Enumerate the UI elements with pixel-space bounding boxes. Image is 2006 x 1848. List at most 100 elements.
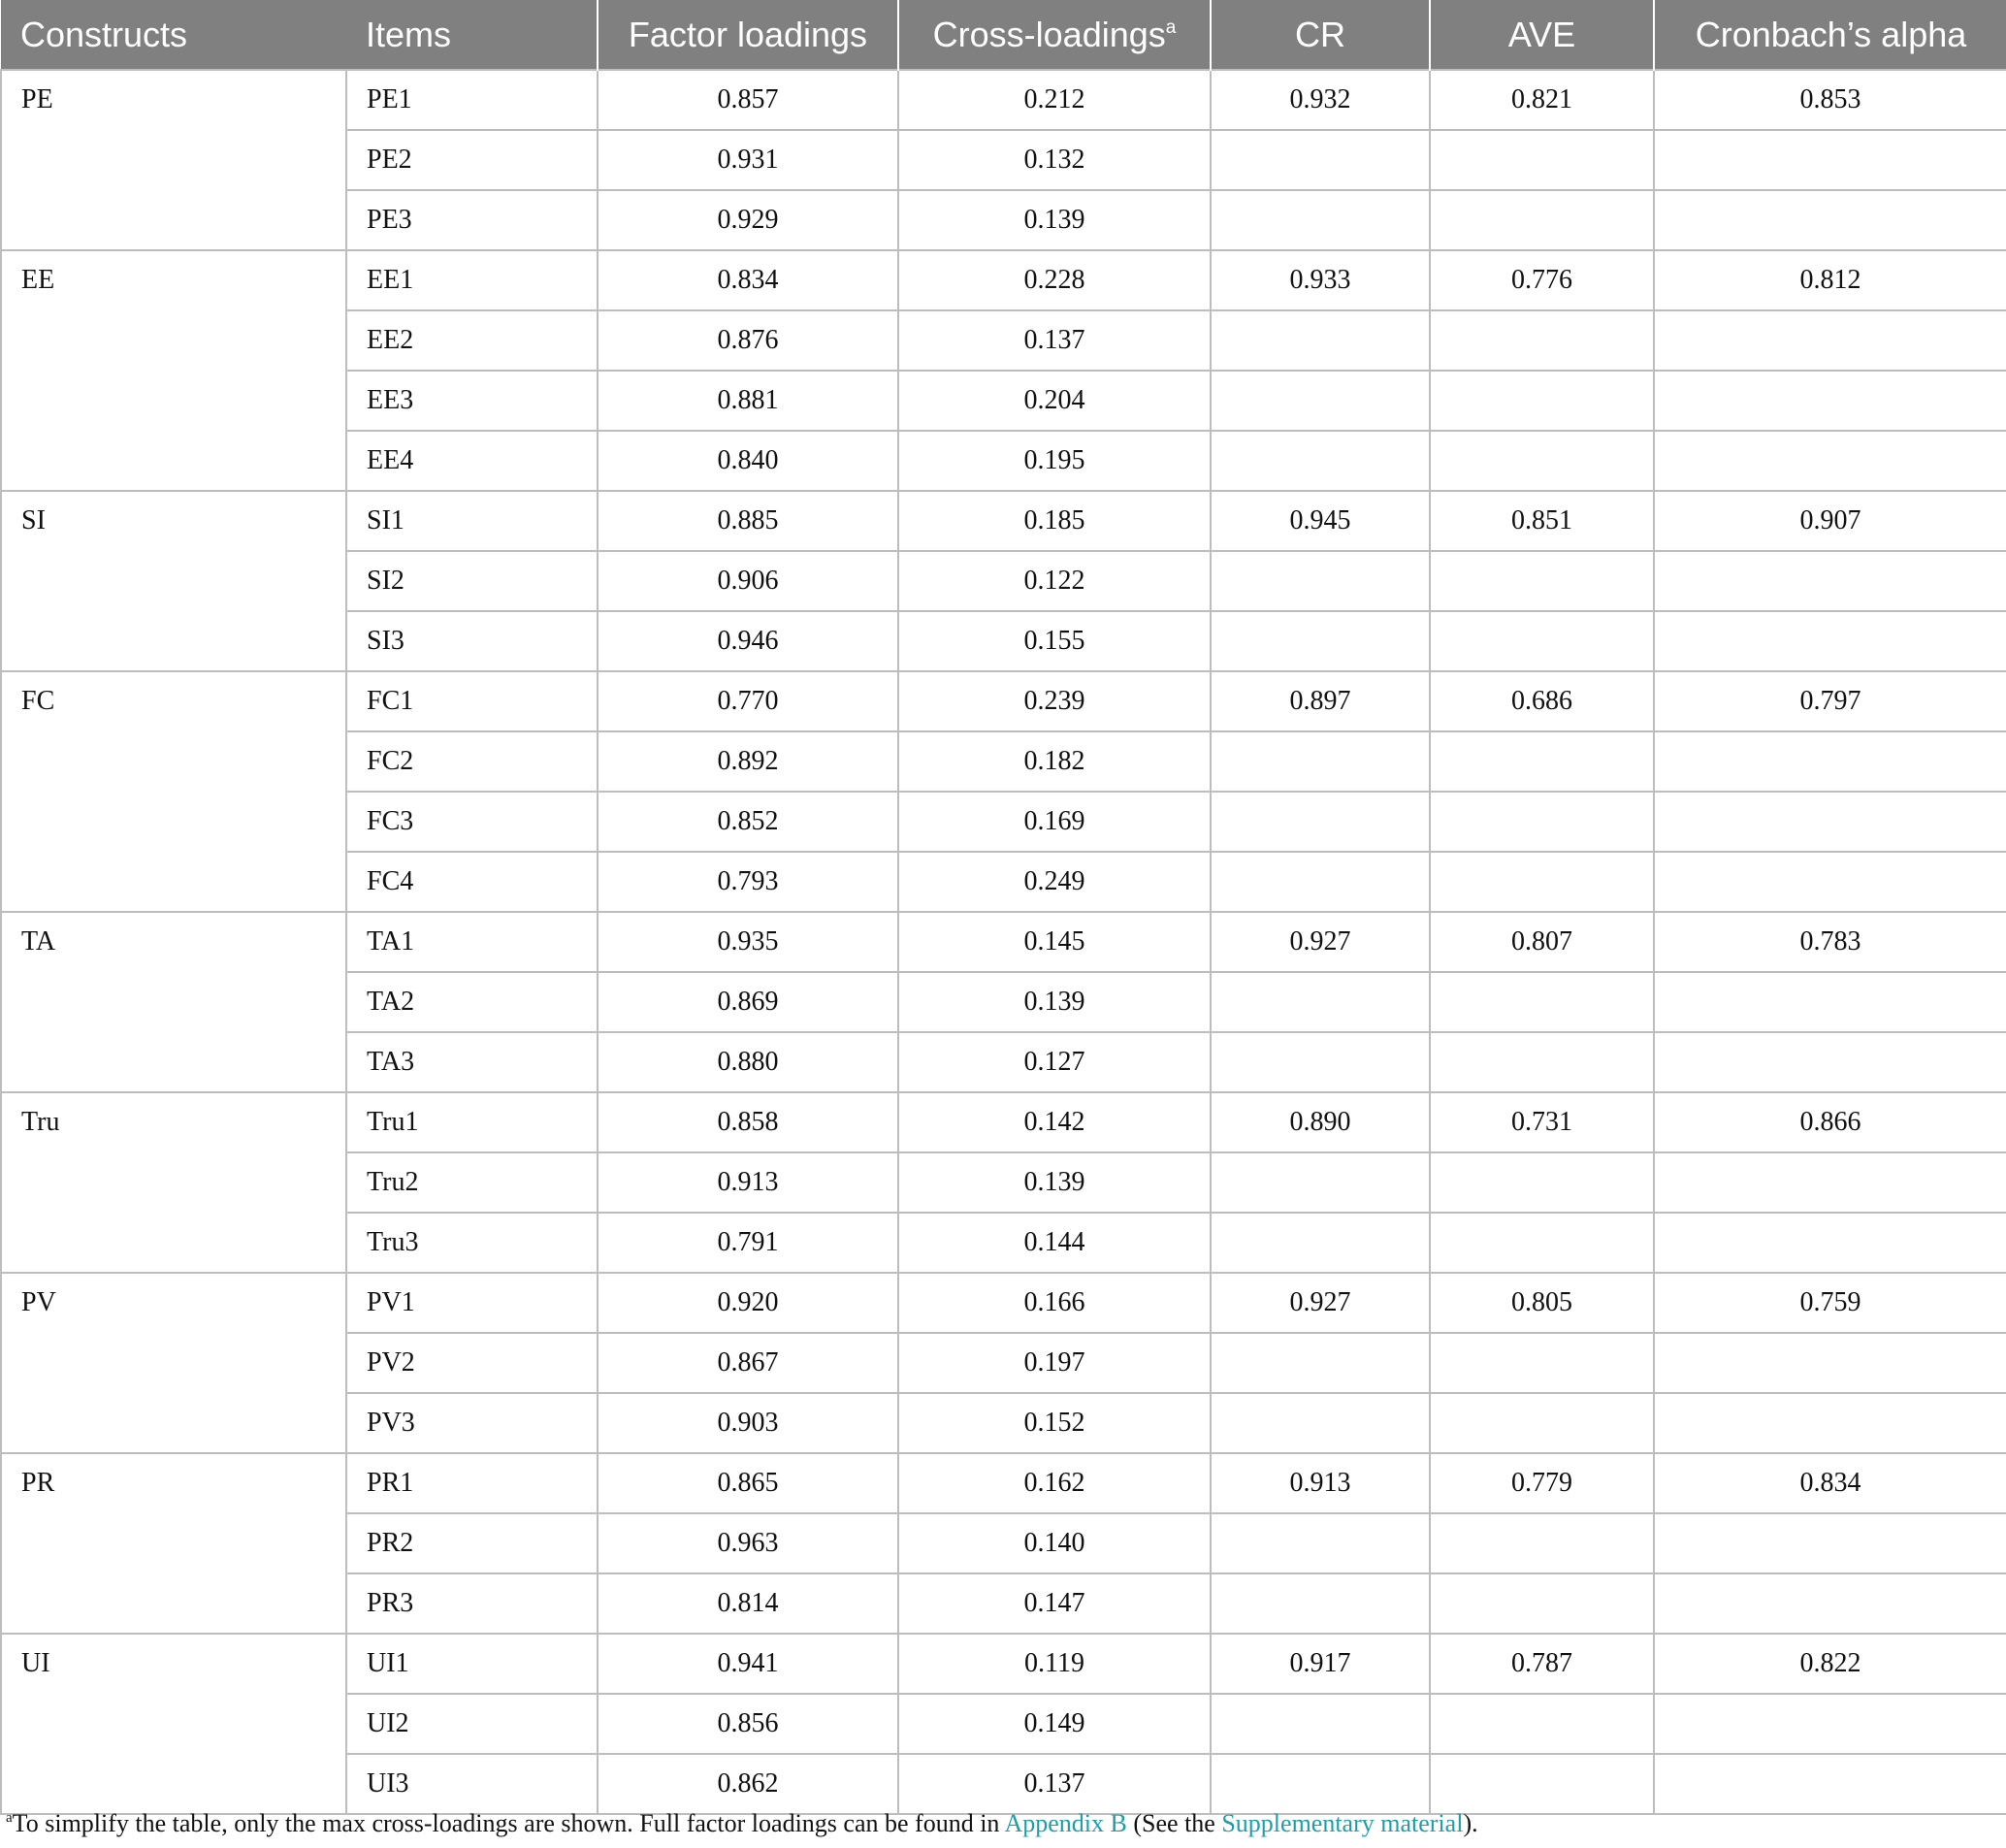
footnote-text: ). bbox=[1463, 1809, 1478, 1837]
alpha-cell bbox=[1653, 309, 2006, 372]
footnote-text: (See the bbox=[1126, 1809, 1222, 1837]
factor-loading-cell: 0.865 bbox=[597, 1452, 899, 1514]
ave-cell bbox=[1429, 129, 1655, 191]
table-row: SI SI1 0.885 0.185 0.945 0.851 0.907 bbox=[0, 490, 2006, 672]
table-body: PE PE1 0.857 0.212 0.932 0.821 0.853 PE2 0.931 0.… bbox=[0, 69, 2006, 1815]
ave-cell: 0.787 bbox=[1429, 1633, 1655, 1695]
cross-loading-cell: 0.166 bbox=[897, 1272, 1212, 1334]
alpha-cell bbox=[1653, 1031, 2006, 1093]
construct-cell: SI bbox=[0, 490, 347, 672]
item-cell: PE1 bbox=[345, 69, 599, 131]
table-row: UI UI1 0.941 0.119 0.917 0.787 0.822 bbox=[0, 1633, 2006, 1815]
cr-cell: 0.897 bbox=[1210, 670, 1431, 732]
factor-loading-cell: 0.963 bbox=[597, 1512, 899, 1574]
item-cell: PV3 bbox=[345, 1392, 599, 1454]
factor-loading-cell: 0.856 bbox=[597, 1693, 899, 1755]
cr-cell: 0.927 bbox=[1210, 911, 1431, 973]
cross-loading-cell: 0.139 bbox=[897, 971, 1212, 1033]
item-cell: PV2 bbox=[345, 1332, 599, 1394]
cross-loading-cell: 0.132 bbox=[897, 129, 1212, 191]
factor-loading-cell: 0.880 bbox=[597, 1031, 899, 1093]
item-cell: EE4 bbox=[345, 430, 599, 492]
alpha-cell bbox=[1653, 1151, 2006, 1214]
alpha-cell bbox=[1653, 851, 2006, 913]
item-cell: SI3 bbox=[345, 610, 599, 672]
cross-loading-cell: 0.185 bbox=[897, 490, 1212, 552]
footnote-text: To simplify the table, only the max cros… bbox=[12, 1809, 1005, 1837]
ave-cell bbox=[1429, 610, 1655, 672]
factor-loading-cell: 0.876 bbox=[597, 309, 899, 372]
ave-cell bbox=[1429, 370, 1655, 432]
alpha-cell bbox=[1653, 971, 2006, 1033]
ave-cell bbox=[1429, 1753, 1655, 1815]
item-cell: PV1 bbox=[345, 1272, 599, 1334]
ave-cell bbox=[1429, 1693, 1655, 1755]
construct-cell: FC bbox=[0, 670, 347, 913]
item-cell: Tru3 bbox=[345, 1212, 599, 1274]
cr-cell bbox=[1210, 1512, 1431, 1574]
alpha-cell bbox=[1653, 1512, 2006, 1574]
factor-loading-cell: 0.793 bbox=[597, 851, 899, 913]
alpha-cell bbox=[1653, 1572, 2006, 1635]
table-footnote: aTo simplify the table, only the max cro… bbox=[6, 1809, 1478, 1838]
header-items: Items bbox=[346, 0, 598, 70]
ave-cell bbox=[1429, 430, 1655, 492]
alpha-cell bbox=[1653, 1693, 2006, 1755]
cr-cell bbox=[1210, 1151, 1431, 1214]
cr-cell bbox=[1210, 1332, 1431, 1394]
alpha-cell: 0.759 bbox=[1653, 1272, 2006, 1334]
factor-loading-cell: 0.881 bbox=[597, 370, 899, 432]
item-cell: Tru1 bbox=[345, 1091, 599, 1153]
cross-loading-cell: 0.228 bbox=[897, 249, 1212, 311]
cr-cell: 0.933 bbox=[1210, 249, 1431, 311]
supplementary-material-link[interactable]: Supplementary material bbox=[1221, 1809, 1463, 1837]
ave-cell bbox=[1429, 1572, 1655, 1635]
cross-loading-cell: 0.137 bbox=[897, 1753, 1212, 1815]
item-cell: UI2 bbox=[345, 1693, 599, 1755]
cr-cell bbox=[1210, 309, 1431, 372]
appendix-b-link[interactable]: Appendix B bbox=[1004, 1809, 1126, 1837]
cr-cell bbox=[1210, 1693, 1431, 1755]
item-cell: TA1 bbox=[345, 911, 599, 973]
factor-loading-cell: 0.892 bbox=[597, 730, 899, 793]
item-cell: PE2 bbox=[345, 129, 599, 191]
factor-loading-cell: 0.941 bbox=[597, 1633, 899, 1695]
cr-cell bbox=[1210, 1031, 1431, 1093]
alpha-cell bbox=[1653, 1753, 2006, 1815]
item-cell: PE3 bbox=[345, 189, 599, 251]
item-cell: FC3 bbox=[345, 791, 599, 853]
factor-loading-cell: 0.913 bbox=[597, 1151, 899, 1214]
construct-cell: UI bbox=[0, 1633, 347, 1815]
factor-loading-cell: 0.857 bbox=[597, 69, 899, 131]
cr-cell bbox=[1210, 610, 1431, 672]
cross-loading-cell: 0.162 bbox=[897, 1452, 1212, 1514]
item-cell: EE3 bbox=[345, 370, 599, 432]
ave-cell bbox=[1429, 1212, 1655, 1274]
table-row: PV PV1 0.920 0.166 0.927 0.805 0.759 bbox=[0, 1272, 2006, 1454]
alpha-cell: 0.797 bbox=[1653, 670, 2006, 732]
cr-cell bbox=[1210, 550, 1431, 612]
header-cronbach-alpha: Cronbach’s alpha bbox=[1653, 0, 2006, 70]
construct-cell: PE bbox=[0, 69, 347, 251]
ave-cell: 0.807 bbox=[1429, 911, 1655, 973]
header-factor-loadings: Factor loadings bbox=[597, 0, 898, 70]
ave-cell bbox=[1429, 851, 1655, 913]
header-cr: CR bbox=[1210, 0, 1430, 70]
ave-cell: 0.686 bbox=[1429, 670, 1655, 732]
construct-cell: PR bbox=[0, 1452, 347, 1635]
alpha-cell: 0.812 bbox=[1653, 249, 2006, 311]
factor-loading-cell: 0.852 bbox=[597, 791, 899, 853]
factor-loading-cell: 0.867 bbox=[597, 1332, 899, 1394]
header-constructs: Constructs bbox=[1, 0, 346, 70]
construct-cell: Tru bbox=[0, 1091, 347, 1274]
ave-cell bbox=[1429, 1151, 1655, 1214]
factor-loading-cell: 0.920 bbox=[597, 1272, 899, 1334]
ave-cell bbox=[1429, 1512, 1655, 1574]
factor-loading-cell: 0.862 bbox=[597, 1753, 899, 1815]
table-row: FC FC1 0.770 0.239 0.897 0.686 0.797 bbox=[0, 670, 2006, 913]
item-cell: PR1 bbox=[345, 1452, 599, 1514]
cr-cell bbox=[1210, 430, 1431, 492]
factor-loading-cell: 0.885 bbox=[597, 490, 899, 552]
alpha-cell bbox=[1653, 791, 2006, 853]
cr-cell bbox=[1210, 730, 1431, 793]
